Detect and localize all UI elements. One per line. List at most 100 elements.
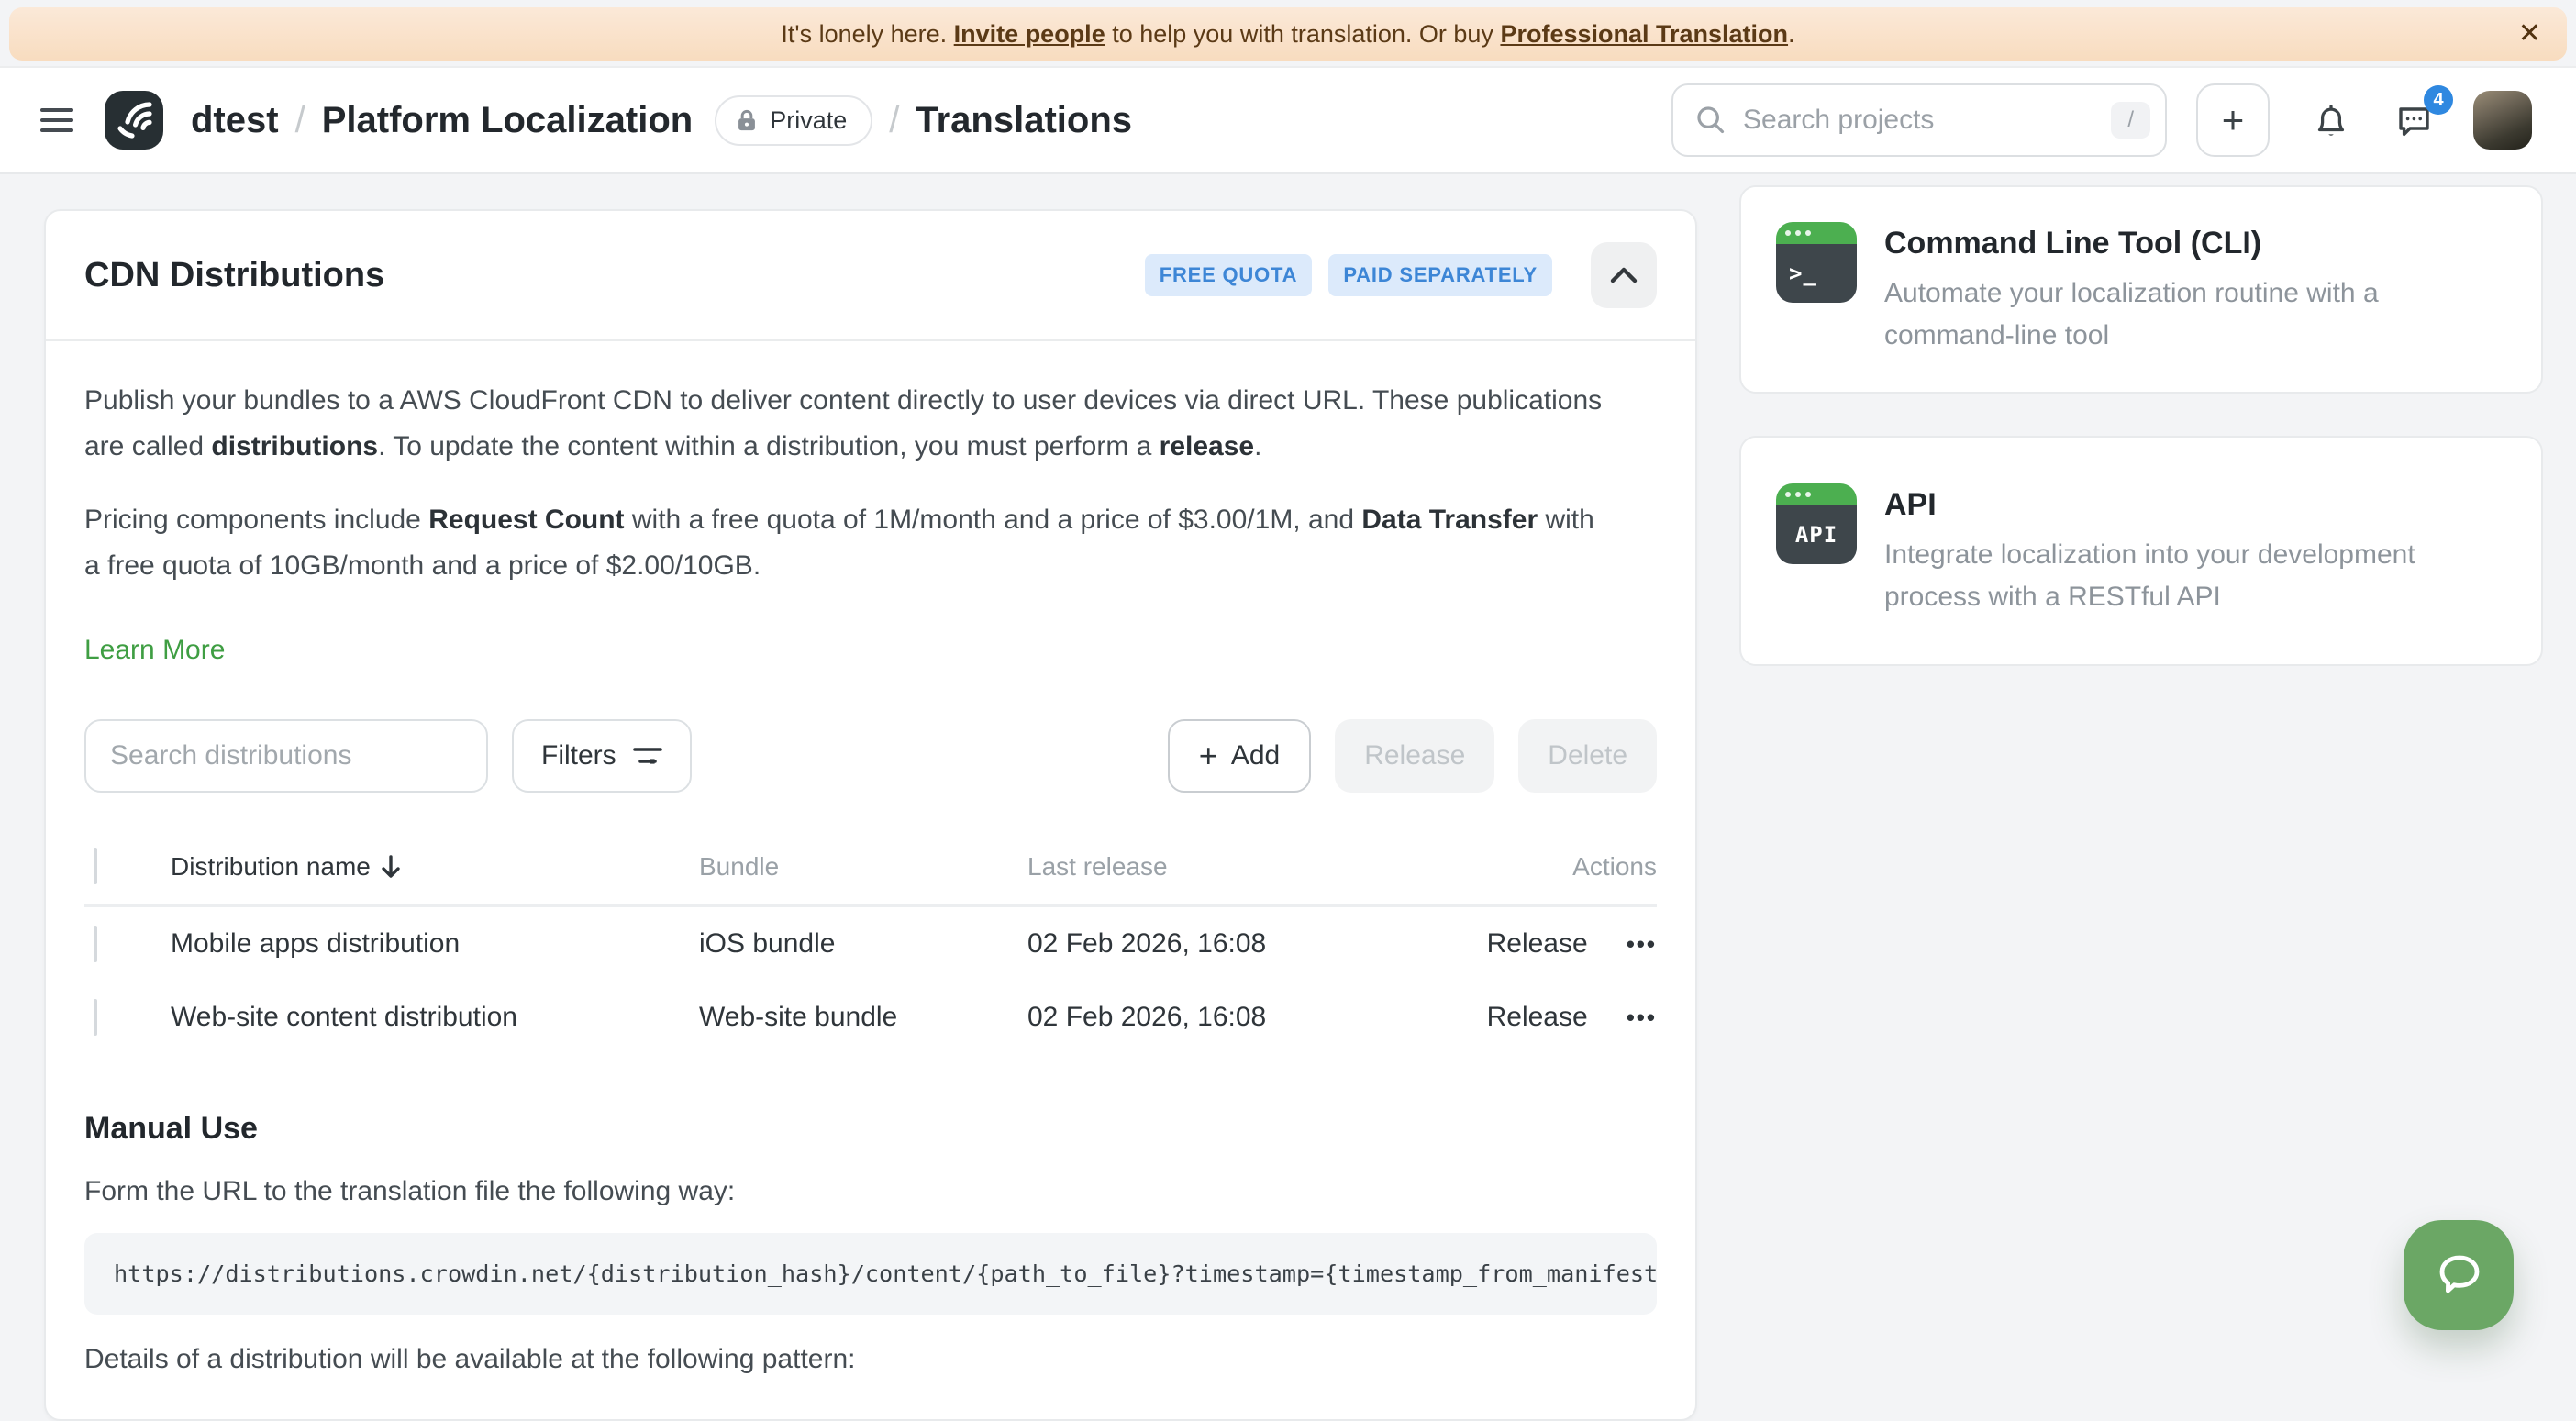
banner-text-end: . [1788,20,1795,48]
bell-icon [2310,99,2352,141]
api-card-description: Integrate localization into your develop… [1884,534,2506,618]
description-paragraph-1: Publish your bundles to a AWS CloudFront… [84,378,1616,470]
search-icon [1695,105,1727,136]
invite-people-link[interactable]: Invite people [954,20,1105,48]
panel-badges: FREE QUOTA PAID SEPARATELY [1145,242,1657,308]
distributions-search-input[interactable] [84,719,488,793]
sort-descending-icon [380,854,402,880]
manual-use-intro: Form the URL to the translation file the… [84,1176,1657,1207]
messages-count-badge: 4 [2424,85,2453,115]
row-checkbox[interactable] [94,999,97,1036]
chat-bubble-icon [2433,1251,2484,1299]
panel-header: CDN Distributions FREE QUOTA PAID SEPARA… [46,211,1695,341]
last-release-date: 02 Feb 2026, 16:08 [1027,1002,1487,1033]
messages-button[interactable]: 4 [2393,98,2437,142]
privacy-badge: Private [715,95,872,146]
column-label: Distribution name [171,852,371,882]
column-bundle[interactable]: Bundle [699,852,1027,882]
cdn-distributions-panel: CDN Distributions FREE QUOTA PAID SEPARA… [44,209,1697,1421]
learn-more-link[interactable]: Learn More [84,635,225,666]
api-card[interactable]: API API Integrate localization into your… [1739,436,2543,666]
main-content: CDN Distributions FREE QUOTA PAID SEPARA… [0,174,2576,1421]
bundle-name: iOS bundle [699,928,1027,960]
plus-icon: + [1199,739,1218,772]
breadcrumb-separator: / [889,100,899,141]
lock-icon [735,108,759,132]
banner-text-intro: It's lonely here. [781,20,953,48]
row-menu-button[interactable]: ••• [1627,930,1657,959]
breadcrumb-separator: / [295,100,305,141]
table-row: Web-site content distribution Web-site b… [84,981,1657,1054]
select-all-checkbox[interactable] [94,848,97,884]
notifications-button[interactable] [2310,99,2352,141]
distributions-toolbar: Filters + Add Release Delete [84,719,1657,793]
p1-text: . To update the content within a distrib… [378,431,1160,461]
cli-card-title: Command Line Tool (CLI) [1884,226,2506,261]
breadcrumb-page[interactable]: Translations [916,100,1132,141]
p1-bold-release: release [1160,431,1254,461]
collapse-panel-button[interactable] [1591,242,1657,308]
cli-card[interactable]: >_ Command Line Tool (CLI) Automate your… [1739,185,2543,394]
header-actions: / + 4 [1671,83,2532,157]
row-menu-button[interactable]: ••• [1627,1004,1657,1032]
table-header-row: Distribution name Bundle Last release Ac… [84,838,1657,907]
delete-button[interactable]: Delete [1518,719,1657,793]
p2-bold-data-transfer: Data Transfer [1361,505,1538,535]
api-icon: API [1776,483,1857,564]
filters-button-label: Filters [541,740,616,772]
p2-bold-request-count: Request Count [428,505,624,535]
panel-body: Publish your bundles to a AWS CloudFront… [46,341,1695,1419]
column-last-release[interactable]: Last release [1027,852,1572,882]
p1-text: . [1254,431,1261,461]
privacy-badge-label: Private [770,106,847,135]
add-button-label: Add [1231,740,1280,772]
release-button[interactable]: Release [1335,719,1494,793]
create-project-button[interactable]: + [2196,83,2270,157]
toolbar-actions: + Add Release Delete [1168,719,1657,793]
breadcrumb-org[interactable]: dtest [191,100,279,141]
bundle-name: Web-site bundle [699,1002,1027,1033]
crowdin-logo-icon [112,98,156,142]
top-header: dtest / Platform Localization Private / … [0,66,2576,174]
last-release-date: 02 Feb 2026, 16:08 [1027,928,1487,960]
live-chat-launcher[interactable] [2404,1220,2514,1330]
project-search-input[interactable] [1743,105,2111,136]
api-icon-glyph: API [1776,505,1857,564]
paid-separately-badge: PAID SEPARATELY [1328,254,1552,296]
column-distribution-name[interactable]: Distribution name [171,852,699,882]
user-avatar[interactable] [2473,91,2532,150]
hamburger-menu-icon[interactable] [40,102,73,139]
api-card-title: API [1884,487,2506,523]
description-paragraph-2: Pricing components include Request Count… [84,497,1616,589]
distribution-name[interactable]: Web-site content distribution [171,1002,699,1033]
table-row: Mobile apps distribution iOS bundle 02 F… [84,907,1657,981]
free-quota-badge: FREE QUOTA [1145,254,1313,296]
banner-close-icon[interactable]: ✕ [2518,20,2541,48]
search-shortcut-hint: / [2111,102,2150,139]
p1-bold-distributions: distributions [211,431,378,461]
distribution-name[interactable]: Mobile apps distribution [171,928,699,960]
filters-button[interactable]: Filters [512,719,692,793]
banner-text-middle: to help you with translation. Or buy [1105,20,1501,48]
terminal-icon-glyph: >_ [1776,244,1857,303]
breadcrumb: dtest / Platform Localization Private / … [191,95,1132,146]
row-release-button[interactable]: Release [1487,928,1588,960]
manual-use-title: Manual Use [84,1111,1657,1147]
banner-text: It's lonely here. Invite people to help … [781,20,1794,49]
p2-text: Pricing components include [84,505,428,535]
url-pattern-code: https://distributions.crowdin.net/{distr… [84,1233,1657,1315]
column-actions: Actions [1572,852,1657,882]
crowdin-logo[interactable] [105,91,163,150]
breadcrumb-project[interactable]: Platform Localization [322,100,694,141]
integrations-sidebar: >_ Command Line Tool (CLI) Automate your… [1739,185,2543,666]
row-checkbox[interactable] [94,926,97,962]
row-release-button[interactable]: Release [1487,1002,1588,1033]
professional-translation-link[interactable]: Professional Translation [1500,20,1788,48]
distributions-table: Distribution name Bundle Last release Ac… [84,838,1657,1054]
panel-title: CDN Distributions [84,256,384,295]
chevron-up-icon [1610,267,1638,283]
filter-sliders-icon [633,744,662,768]
project-search[interactable]: / [1671,83,2167,157]
add-distribution-button[interactable]: + Add [1168,719,1311,793]
manual-use-details: Details of a distribution will be availa… [84,1344,1657,1375]
